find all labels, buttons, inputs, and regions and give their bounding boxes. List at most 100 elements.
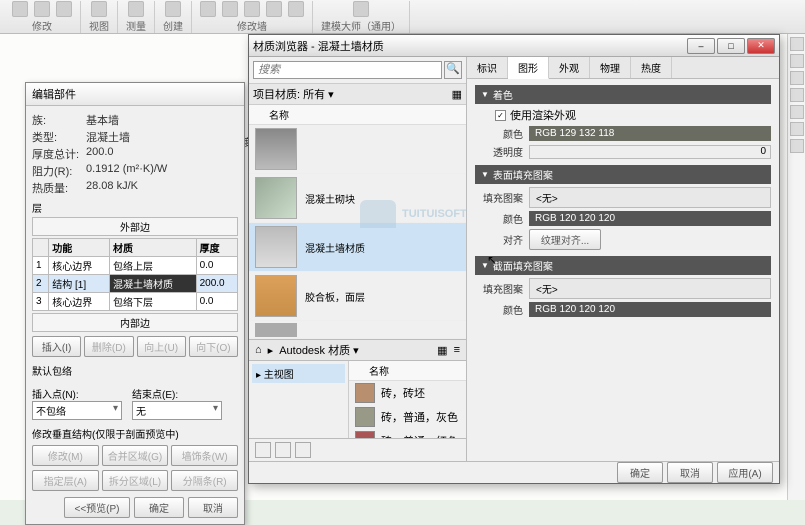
preview-button[interactable]: <<预览(P) — [64, 497, 130, 518]
use-render-label: 使用渲染外观 — [510, 107, 576, 123]
lib-thumb-icon — [355, 431, 375, 438]
ribbon-group: 视图 — [81, 1, 118, 33]
insert-point-label: 插入点(N): — [32, 386, 122, 401]
split-button[interactable]: 拆分区域(L) — [102, 470, 169, 491]
end-point-combo[interactable]: 无 — [132, 401, 222, 420]
tab-physical[interactable]: 物理 — [590, 57, 631, 78]
ribbon-icon[interactable] — [56, 1, 72, 17]
project-material-list[interactable]: 混凝土砌块 混凝土墙材质 胶合板，面层 — [249, 125, 466, 339]
project-filter[interactable]: 项目材质: 所有 ▾▦ — [249, 83, 466, 105]
apply-button[interactable]: 应用(A) — [717, 462, 773, 483]
use-render-checkbox[interactable]: ✓ — [495, 110, 506, 121]
up-button[interactable]: 向上(U) — [137, 336, 186, 357]
ribbon-icon[interactable] — [34, 1, 50, 17]
fill-label: 填充图案 — [475, 190, 523, 205]
assign-button[interactable]: 指定层(A) — [32, 470, 99, 491]
search-icon[interactable]: 🔍 — [444, 61, 462, 79]
prop-value: 混凝土墙 — [86, 129, 238, 145]
edit-assembly-dialog: 编辑部件 族:基本墙 类型:混凝土墙 厚度总计:200.0 阻力(R):0.19… — [25, 82, 245, 525]
strip-icon[interactable] — [790, 105, 804, 119]
modify-button[interactable]: 修改(M) — [32, 445, 99, 466]
maximize-button[interactable]: □ — [717, 38, 745, 54]
prop-label: 热质量: — [32, 180, 86, 196]
strip-icon[interactable] — [790, 54, 804, 68]
ribbon-icon[interactable] — [288, 1, 304, 17]
cancel-button[interactable]: 取消 — [188, 497, 238, 518]
insert-point-combo[interactable]: 不包络 — [32, 401, 122, 420]
ribbon-icon[interactable] — [12, 1, 28, 17]
sweep-button[interactable]: 墙饰条(W) — [171, 445, 238, 466]
delete-button[interactable]: 删除(D) — [84, 336, 133, 357]
ribbon-icon[interactable] — [266, 1, 282, 17]
merge-button[interactable]: 合并区域(G) — [102, 445, 169, 466]
ribbon-icon[interactable] — [165, 1, 181, 17]
ribbon-group: 修改墙 — [192, 1, 313, 33]
strip-icon[interactable] — [790, 37, 804, 51]
ribbon-icon[interactable] — [200, 1, 216, 17]
color-value[interactable]: RGB 129 132 118 — [529, 126, 771, 141]
lib-thumb-icon — [355, 407, 375, 427]
color-value[interactable]: RGB 120 120 120 — [529, 211, 771, 226]
layers-table[interactable]: 功能材质厚度 1核心边界包络上层0.0 2结构 [1]混凝土墙材质200.0 3… — [32, 238, 238, 311]
ribbon-icon[interactable] — [244, 1, 260, 17]
strip-icon[interactable] — [790, 139, 804, 153]
search-input[interactable] — [253, 61, 442, 79]
new-material-icon[interactable] — [255, 442, 271, 458]
cancel-button[interactable]: 取消 — [667, 462, 713, 483]
folder-icon[interactable] — [295, 442, 311, 458]
prop-label: 类型: — [32, 129, 86, 145]
prop-value: 0.1912 (m²·K)/W — [86, 163, 238, 179]
fill-value[interactable]: <无> — [529, 187, 771, 208]
view-icon[interactable]: ▦ — [452, 88, 462, 101]
ribbon-group: 测量 — [118, 1, 155, 33]
material-item — [249, 321, 466, 339]
tab-thermal[interactable]: 热度 — [631, 57, 672, 78]
tab-identity[interactable]: 标识 — [467, 57, 508, 78]
minimize-button[interactable]: – — [687, 38, 715, 54]
surface-pattern-head[interactable]: 表面填充图案 — [475, 165, 771, 184]
view-icon[interactable]: ▦ — [437, 344, 447, 357]
list-icon[interactable]: ≡ — [454, 344, 460, 356]
color-value[interactable]: RGB 120 120 120 — [529, 302, 771, 317]
close-button[interactable]: ✕ — [747, 38, 775, 54]
ribbon-icon[interactable] — [128, 1, 144, 17]
prop-label: 阻力(R): — [32, 163, 86, 179]
material-right-panel: 标识 图形 外观 物理 热度 着色 ✓ 使用渲染外观 颜色 RGB 129 132 … — [467, 57, 779, 461]
fill-value[interactable]: <无> — [529, 278, 771, 299]
cut-pattern-head[interactable]: 截面填充图案 — [475, 256, 771, 275]
ok-button[interactable]: 确定 — [134, 497, 184, 518]
ribbon-group: 修改 — [4, 1, 81, 33]
material-thumb-icon — [255, 323, 297, 337]
tabs: 标识 图形 外观 物理 热度 — [467, 57, 779, 79]
down-button[interactable]: 向下(O) — [189, 336, 238, 357]
insert-button[interactable]: 插入(I) — [32, 336, 81, 357]
library-material-list[interactable]: 名称 砖，砖坯 砖，普通，灰色 砖，普通，红色 砖，普通，褐色 砖，普通，红色 … — [349, 361, 466, 438]
strip-icon[interactable] — [790, 71, 804, 85]
library-path-bar[interactable]: ⌂▸ Autodesk 材质 ▾ ▦≡ — [249, 339, 466, 361]
duplicate-icon[interactable] — [275, 442, 291, 458]
home-icon[interactable]: ⌂ — [255, 344, 262, 356]
library-tree[interactable]: ▸ 主视图 — [249, 361, 349, 438]
texture-align-button[interactable]: 纹理对齐... — [529, 229, 601, 250]
wrap-label: 默认包络 — [32, 363, 238, 378]
list-item: 砖，普通，红色 — [349, 429, 466, 438]
material-thumb-icon — [255, 177, 297, 219]
titlebar[interactable]: 材质浏览器 - 混凝土墙材质 – □ ✕ — [249, 35, 779, 57]
ribbon-icon[interactable] — [353, 1, 369, 17]
material-item-selected: 混凝土墙材质 — [249, 223, 466, 272]
strip-icon[interactable] — [790, 122, 804, 136]
tree-item[interactable]: ▸ 主视图 — [252, 364, 345, 383]
strip-icon[interactable] — [790, 88, 804, 102]
tab-graphics[interactable]: 图形 — [508, 57, 549, 79]
material-thumb-icon — [255, 128, 297, 170]
reveal-button[interactable]: 分隔条(R) — [171, 470, 238, 491]
transparency-slider[interactable]: 0 — [529, 145, 771, 159]
shading-section-head[interactable]: 着色 — [475, 85, 771, 104]
material-left-panel: 🔍 项目材质: 所有 ▾▦ 名称 混凝土砌块 混凝土墙材质 胶合板，面层 ⌂▸ … — [249, 57, 467, 461]
ribbon-icon[interactable] — [91, 1, 107, 17]
modify-struct-label: 修改垂直结构(仅限于剖面预览中) — [32, 426, 238, 441]
tab-appearance[interactable]: 外观 — [549, 57, 590, 78]
ribbon-icon[interactable] — [222, 1, 238, 17]
ok-button[interactable]: 确定 — [617, 462, 663, 483]
color-label: 颜色 — [475, 211, 523, 226]
